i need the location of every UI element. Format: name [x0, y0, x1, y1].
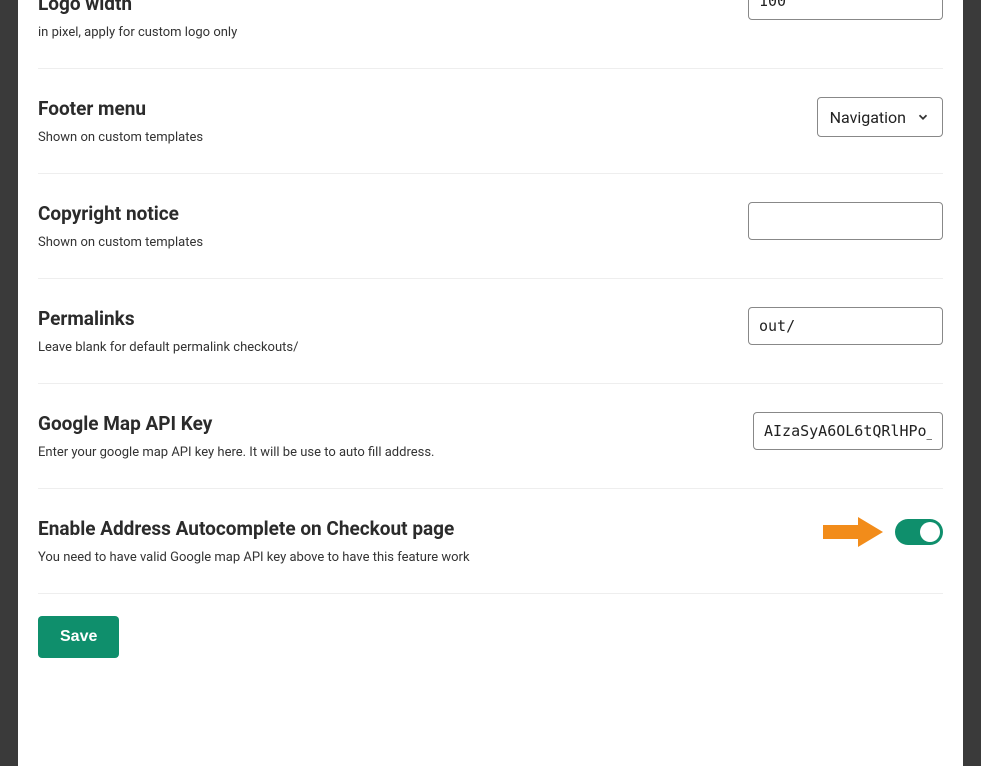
footer-menu-desc: Shown on custom templates — [38, 130, 797, 145]
permalinks-input[interactable] — [748, 307, 943, 345]
footer-menu-select[interactable]: Navigation — [817, 97, 943, 137]
toggle-knob — [920, 522, 940, 542]
footer-menu-title: Footer menu — [38, 97, 797, 120]
logo-width-desc: in pixel, apply for custom logo only — [38, 25, 728, 40]
setting-gmap-key: Google Map API Key Enter your google map… — [38, 384, 943, 489]
logo-width-input[interactable] — [748, 0, 943, 20]
permalinks-title: Permalinks — [38, 307, 728, 330]
setting-footer-menu: Footer menu Shown on custom templates Na… — [38, 69, 943, 174]
footer-menu-selected: Navigation — [830, 108, 906, 127]
setting-logo-width: Logo width in pixel, apply for custom lo… — [38, 0, 943, 69]
gmap-key-input[interactable] — [753, 412, 943, 450]
annotation-arrow-icon — [823, 517, 883, 547]
copyright-desc: Shown on custom templates — [38, 235, 728, 250]
autocomplete-title: Enable Address Autocomplete on Checkout … — [38, 517, 803, 540]
setting-copyright: Copyright notice Shown on custom templat… — [38, 174, 943, 279]
save-button[interactable]: Save — [38, 616, 119, 658]
logo-width-title: Logo width — [38, 0, 728, 15]
gmap-key-desc: Enter your google map API key here. It w… — [38, 445, 733, 460]
settings-modal: Logo width in pixel, apply for custom lo… — [18, 0, 963, 766]
copyright-input[interactable] — [748, 202, 943, 240]
permalinks-desc: Leave blank for default permalink checko… — [38, 340, 728, 355]
copyright-title: Copyright notice — [38, 202, 728, 225]
autocomplete-toggle[interactable] — [895, 519, 943, 545]
setting-permalinks: Permalinks Leave blank for default perma… — [38, 279, 943, 384]
chevron-down-icon — [916, 110, 930, 124]
gmap-key-title: Google Map API Key — [38, 412, 733, 435]
autocomplete-desc: You need to have valid Google map API ke… — [38, 550, 803, 565]
setting-autocomplete: Enable Address Autocomplete on Checkout … — [38, 489, 943, 594]
